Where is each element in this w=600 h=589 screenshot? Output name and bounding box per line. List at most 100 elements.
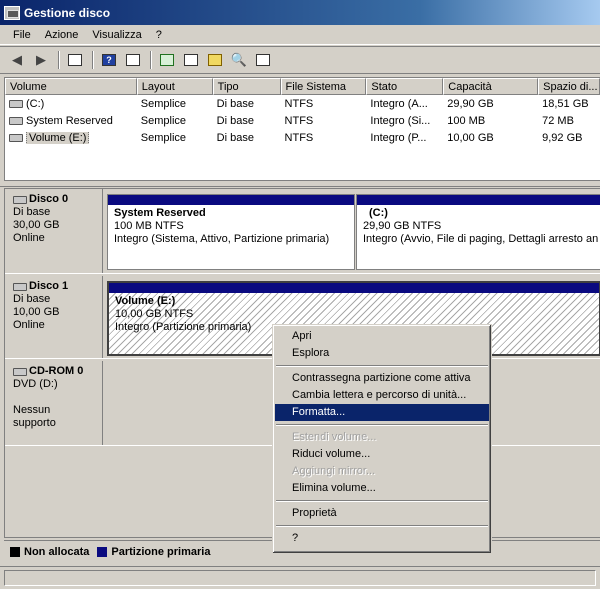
cell-layout: Semplice xyxy=(140,97,187,110)
table-row[interactable]: Volume (E:) Semplice Di base NTFS Integr… xyxy=(5,129,600,146)
disk-info[interactable]: CD-ROM 0 DVD (D:) Nessun supporto xyxy=(5,361,103,445)
toolbar-separator xyxy=(58,51,60,69)
menu-separator xyxy=(275,522,489,530)
menu-visualizza[interactable]: Visualizza xyxy=(85,27,148,43)
disk-name: Disco 0 xyxy=(29,193,69,205)
partition-size: 10,00 GB NTFS xyxy=(115,308,194,320)
search-icon[interactable]: 🔍 xyxy=(228,50,250,70)
disk-status: Online xyxy=(13,232,45,244)
disk-size: 10,00 GB xyxy=(13,306,60,318)
cell-filesystem: NTFS xyxy=(284,114,314,127)
window-title: Gestione disco xyxy=(24,5,111,20)
properties-icon[interactable] xyxy=(122,50,144,70)
cell-tipo: Di base xyxy=(216,131,254,144)
help-icon[interactable]: ? xyxy=(98,50,120,70)
cell-filesystem: NTFS xyxy=(284,97,314,110)
context-menu: Apri Esplora Contrassegna partizione com… xyxy=(272,324,492,554)
menu-item-mark-active[interactable]: Contrassegna partizione come attiva xyxy=(275,370,489,387)
partition-name: System Reserved xyxy=(114,207,206,219)
toolbar-separator xyxy=(150,51,152,69)
cell-stato: Integro (P... xyxy=(370,131,427,144)
menu-item-change-letter[interactable]: Cambia lettera e percorso di unità... xyxy=(275,387,489,404)
menu-item-extend-volume[interactable]: Estendi volume... xyxy=(275,429,489,446)
title-bar[interactable]: Gestione disco xyxy=(0,0,600,25)
cell-capacita: 100 MB xyxy=(447,114,486,127)
menu-item-esplora[interactable]: Esplora xyxy=(275,345,489,362)
column-header-layout[interactable]: Layout xyxy=(136,78,213,95)
volume-name: Volume (E:) xyxy=(26,131,90,144)
drive-icon xyxy=(9,116,23,125)
menu-item-apri[interactable]: Apri xyxy=(275,328,489,345)
cell-stato: Integro (A... xyxy=(370,97,428,110)
menu-separator xyxy=(275,497,489,505)
column-header-stato[interactable]: Stato xyxy=(366,78,444,95)
disk-info[interactable]: Disco 1 Di base 10,00 GB Online xyxy=(5,276,103,358)
partition-system-reserved[interactable]: System Reserved 100 MB NTFS Integro (Sis… xyxy=(107,194,355,270)
menu-help[interactable]: ? xyxy=(149,27,169,43)
menu-item-format[interactable]: Formatta... xyxy=(275,404,489,421)
legend-swatch-primary xyxy=(97,546,108,557)
cell-capacita: 29,90 GB xyxy=(447,97,494,110)
partition-size: 100 MB NTFS xyxy=(114,220,184,232)
hard-disk-icon xyxy=(13,282,27,291)
menu-item-help[interactable]: ? xyxy=(275,530,489,547)
disk-name: Disco 1 xyxy=(29,280,69,292)
back-arrow-icon[interactable]: ◀ xyxy=(6,50,28,70)
status-bar xyxy=(0,566,600,589)
cdrom-icon xyxy=(13,367,27,376)
menu-separator xyxy=(275,421,489,429)
cell-tipo: Di base xyxy=(216,97,254,110)
disk-name: CD-ROM 0 xyxy=(29,365,84,377)
column-header-tipo[interactable]: Tipo xyxy=(212,78,281,95)
disk-size: 30,00 GB xyxy=(13,219,60,231)
partition-name: (C:) xyxy=(369,207,388,219)
cell-stato: Integro (Si... xyxy=(370,114,431,127)
partition-status: Integro (Sistema, Attivo, Partizione pri… xyxy=(114,233,330,245)
disk-row: Disco 0 Di base 30,00 GB Online System R… xyxy=(5,189,600,274)
menu-bar: File Azione Visualizza ? xyxy=(0,25,600,45)
menu-azione[interactable]: Azione xyxy=(38,27,86,43)
cell-spazio: 72 MB xyxy=(542,114,574,127)
column-header-volume[interactable]: Volume xyxy=(5,78,137,95)
settings-icon[interactable] xyxy=(252,50,274,70)
volume-list-header: Volume Layout Tipo File Sistema Stato Ca… xyxy=(5,78,600,95)
refresh-icon[interactable] xyxy=(156,50,178,70)
console-tree-icon[interactable] xyxy=(64,50,86,70)
disk-info[interactable]: Disco 0 Di base 30,00 GB Online xyxy=(5,189,103,273)
forward-arrow-icon[interactable]: ▶ xyxy=(30,50,52,70)
disk-type: DVD (D:) xyxy=(13,378,58,390)
disk-status: Online xyxy=(13,319,45,331)
menu-item-shrink-volume[interactable]: Riduci volume... xyxy=(275,446,489,463)
cell-layout: Semplice xyxy=(140,114,187,127)
disk-management-app-icon xyxy=(4,5,20,20)
column-header-file-sistema[interactable]: File Sistema xyxy=(280,78,367,95)
cell-spazio: 18,51 GB xyxy=(542,97,589,110)
cell-tipo: Di base xyxy=(216,114,254,127)
table-row[interactable]: System Reserved Semplice Di base NTFS In… xyxy=(5,112,600,129)
column-header-spazio[interactable]: Spazio di... xyxy=(538,78,600,95)
export-icon[interactable] xyxy=(180,50,202,70)
partition-c[interactable]: (C:) 29,90 GB NTFS Integro (Avvio, File … xyxy=(356,194,600,270)
hard-disk-icon xyxy=(13,195,27,204)
toolbar: ◀ ▶ ? 🔍 xyxy=(0,46,600,74)
drive-icon xyxy=(9,99,23,108)
volume-name: System Reserved xyxy=(26,114,113,127)
table-row[interactable]: (C:) Semplice Di base NTFS Integro (A...… xyxy=(5,95,600,112)
drive-icon xyxy=(9,133,23,142)
partition-name: Volume (E:) xyxy=(115,295,176,307)
partition-bar xyxy=(108,195,354,205)
cell-spazio: 9,92 GB xyxy=(542,131,583,144)
column-header-capacita[interactable]: Capacità xyxy=(443,78,539,95)
menu-file[interactable]: File xyxy=(6,27,38,43)
pane-splitter[interactable] xyxy=(0,181,600,187)
legend-label: Non allocata xyxy=(24,545,90,558)
legend-swatch-unallocated xyxy=(10,546,20,557)
toolbar-separator xyxy=(92,51,94,69)
partition-bar xyxy=(109,283,599,293)
menu-item-delete-volume[interactable]: Elimina volume... xyxy=(275,480,489,497)
menu-item-properties[interactable]: Proprietà xyxy=(275,505,489,522)
disk-type: Di base xyxy=(13,206,51,218)
menu-item-add-mirror[interactable]: Aggiungi mirror... xyxy=(275,463,489,480)
disk-type: Di base xyxy=(13,293,51,305)
open-icon[interactable] xyxy=(204,50,226,70)
